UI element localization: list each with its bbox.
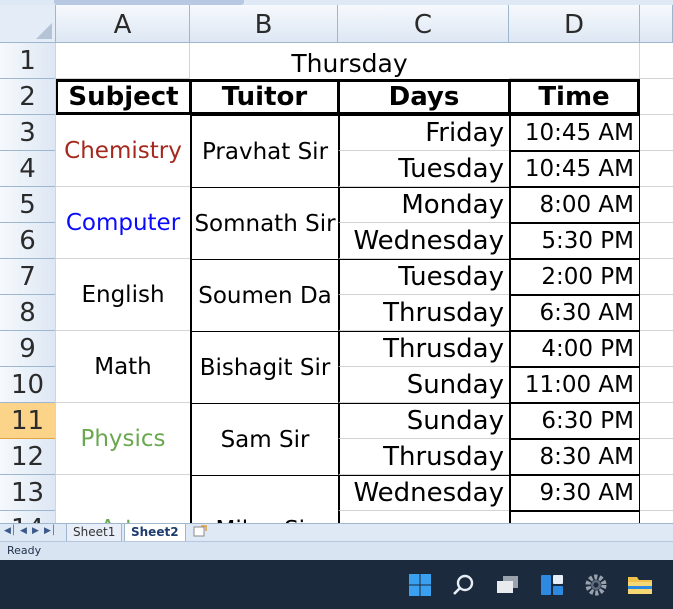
row-header-5[interactable]: 5 [0,187,56,223]
tutor-cell[interactable]: Bishagit Sir [190,331,338,403]
row-header-7[interactable]: 7 [0,259,56,295]
time-cell[interactable]: 10:45 AM [509,151,640,187]
day-cell[interactable]: Wednesday [338,223,509,259]
day-cell[interactable]: Wednesday [338,475,509,511]
column-header-blank[interactable] [640,5,673,43]
last-sheet-nav-icon[interactable]: ▶│ [44,526,56,536]
column-header-c[interactable]: C [338,5,509,43]
day-cell[interactable]: Monday [338,187,509,223]
day-cell[interactable]: Thrusday [338,295,509,331]
row-header-12[interactable]: 12 [0,439,56,475]
spreadsheet-grid[interactable]: ABCD 1234567891011121314 ThursdaySubject… [0,5,673,523]
day-cell[interactable]: Sunday [338,367,509,403]
row-header-9[interactable]: 9 [0,331,56,367]
subject-cell[interactable]: Computer [56,187,190,259]
time-cell[interactable]: 6:30 AM [509,295,640,331]
taskbar [0,560,673,609]
time-cell[interactable]: 6:30 PM [509,403,640,439]
row-header-13[interactable]: 13 [0,475,56,511]
time-cell[interactable]: 5:30 PM [509,223,640,259]
time-cell[interactable] [509,511,640,523]
subject-cell[interactable]: Chemistry [56,115,190,187]
row-header-8[interactable]: 8 [0,295,56,331]
day-cell[interactable]: Thrusday [338,331,509,367]
first-sheet-nav-icon[interactable]: ◀│ [4,526,16,536]
insert-sheet-icon[interactable] [192,525,208,539]
status-text: Ready [7,544,42,557]
row-header-3[interactable]: 3 [0,115,56,151]
header-cell-time[interactable]: Time [509,79,640,115]
file-explorer-icon[interactable] [625,570,655,600]
tutor-cell[interactable]: Milon Sir [190,475,338,523]
row-header-1[interactable]: 1 [0,43,56,79]
day-cell[interactable]: Friday [338,115,509,151]
row-header-14[interactable]: 14 [0,511,56,523]
task-view-icon[interactable] [493,570,523,600]
search-icon[interactable] [449,570,479,600]
prev-sheet-nav-icon[interactable]: ◀ [20,526,27,536]
tutor-cell[interactable]: Pravhat Sir [190,115,338,187]
windows-start-icon[interactable] [405,570,435,600]
sheet-tab-sheet1[interactable]: Sheet1 [66,524,123,542]
day-cell[interactable]: Tuesday [338,151,509,187]
column-header-b[interactable]: B [190,5,338,43]
title-cell[interactable]: Thursday [190,43,509,79]
time-cell[interactable]: 9:30 AM [509,475,640,511]
time-cell[interactable]: 10:45 AM [509,115,640,151]
tutor-cell[interactable]: Somnath Sir [190,187,338,259]
tutor-cell[interactable]: Soumen Da [190,259,338,331]
time-cell[interactable]: 2:00 PM [509,259,640,295]
header-cell-tutor[interactable]: Tuitor [190,79,338,115]
column-header-d[interactable]: D [509,5,640,43]
header-cell-days[interactable]: Days [338,79,509,115]
sheet-tab-sheet2[interactable]: Sheet2 [124,524,186,542]
subject-cell[interactable]: English [56,259,190,331]
row-header-11[interactable]: 11 [0,403,56,439]
time-cell[interactable]: 8:00 AM [509,187,640,223]
subject-cell[interactable]: Math [56,331,190,403]
select-all-corner[interactable] [0,5,56,43]
row-header-10[interactable]: 10 [0,367,56,403]
subject-cell[interactable]: Physics [56,403,190,475]
next-sheet-nav-icon[interactable]: ▶ [32,526,39,536]
subject-cell[interactable]: Arts [56,475,190,523]
row-header-2[interactable]: 2 [0,79,56,115]
time-cell[interactable]: 4:00 PM [509,331,640,367]
time-cell[interactable]: 11:00 AM [509,367,640,403]
time-cell[interactable]: 8:30 AM [509,439,640,475]
day-cell[interactable]: Tuesday [338,259,509,295]
settings-icon[interactable] [581,570,611,600]
status-bar: Ready [0,541,673,560]
sheet-tab-bar: ◀│ ◀ ▶ ▶│ Sheet1 Sheet2 [0,523,673,542]
tutor-cell[interactable]: Sam Sir [190,403,338,475]
row-header-6[interactable]: 6 [0,223,56,259]
widgets-icon[interactable] [537,570,567,600]
header-cell-subject[interactable]: Subject [56,79,190,115]
column-header-a[interactable]: A [56,5,190,43]
day-cell[interactable]: Thrusday [338,439,509,475]
day-cell[interactable]: Sunday [338,403,509,439]
row-header-4[interactable]: 4 [0,151,56,187]
day-cell[interactable] [338,511,509,523]
